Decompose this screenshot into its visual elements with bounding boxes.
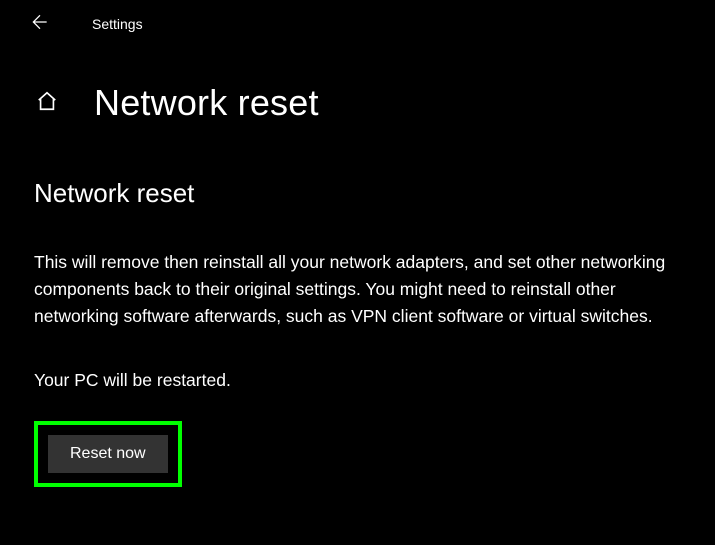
title-bar: Settings bbox=[0, 0, 715, 48]
back-arrow-icon bbox=[30, 12, 50, 37]
page-title-row: Network reset bbox=[0, 48, 715, 124]
description-text: This will remove then reinstall all your… bbox=[34, 249, 674, 330]
home-button[interactable] bbox=[34, 90, 60, 116]
restart-notice: Your PC will be restarted. bbox=[34, 370, 674, 391]
page-title: Network reset bbox=[94, 82, 319, 124]
reset-now-button[interactable]: Reset now bbox=[48, 435, 168, 473]
app-label: Settings bbox=[92, 16, 143, 32]
highlight-box: Reset now bbox=[34, 421, 182, 487]
section-heading: Network reset bbox=[34, 178, 674, 209]
back-button[interactable] bbox=[24, 8, 56, 40]
home-icon bbox=[36, 90, 58, 117]
content-area: Network reset This will remove then rein… bbox=[0, 124, 714, 487]
